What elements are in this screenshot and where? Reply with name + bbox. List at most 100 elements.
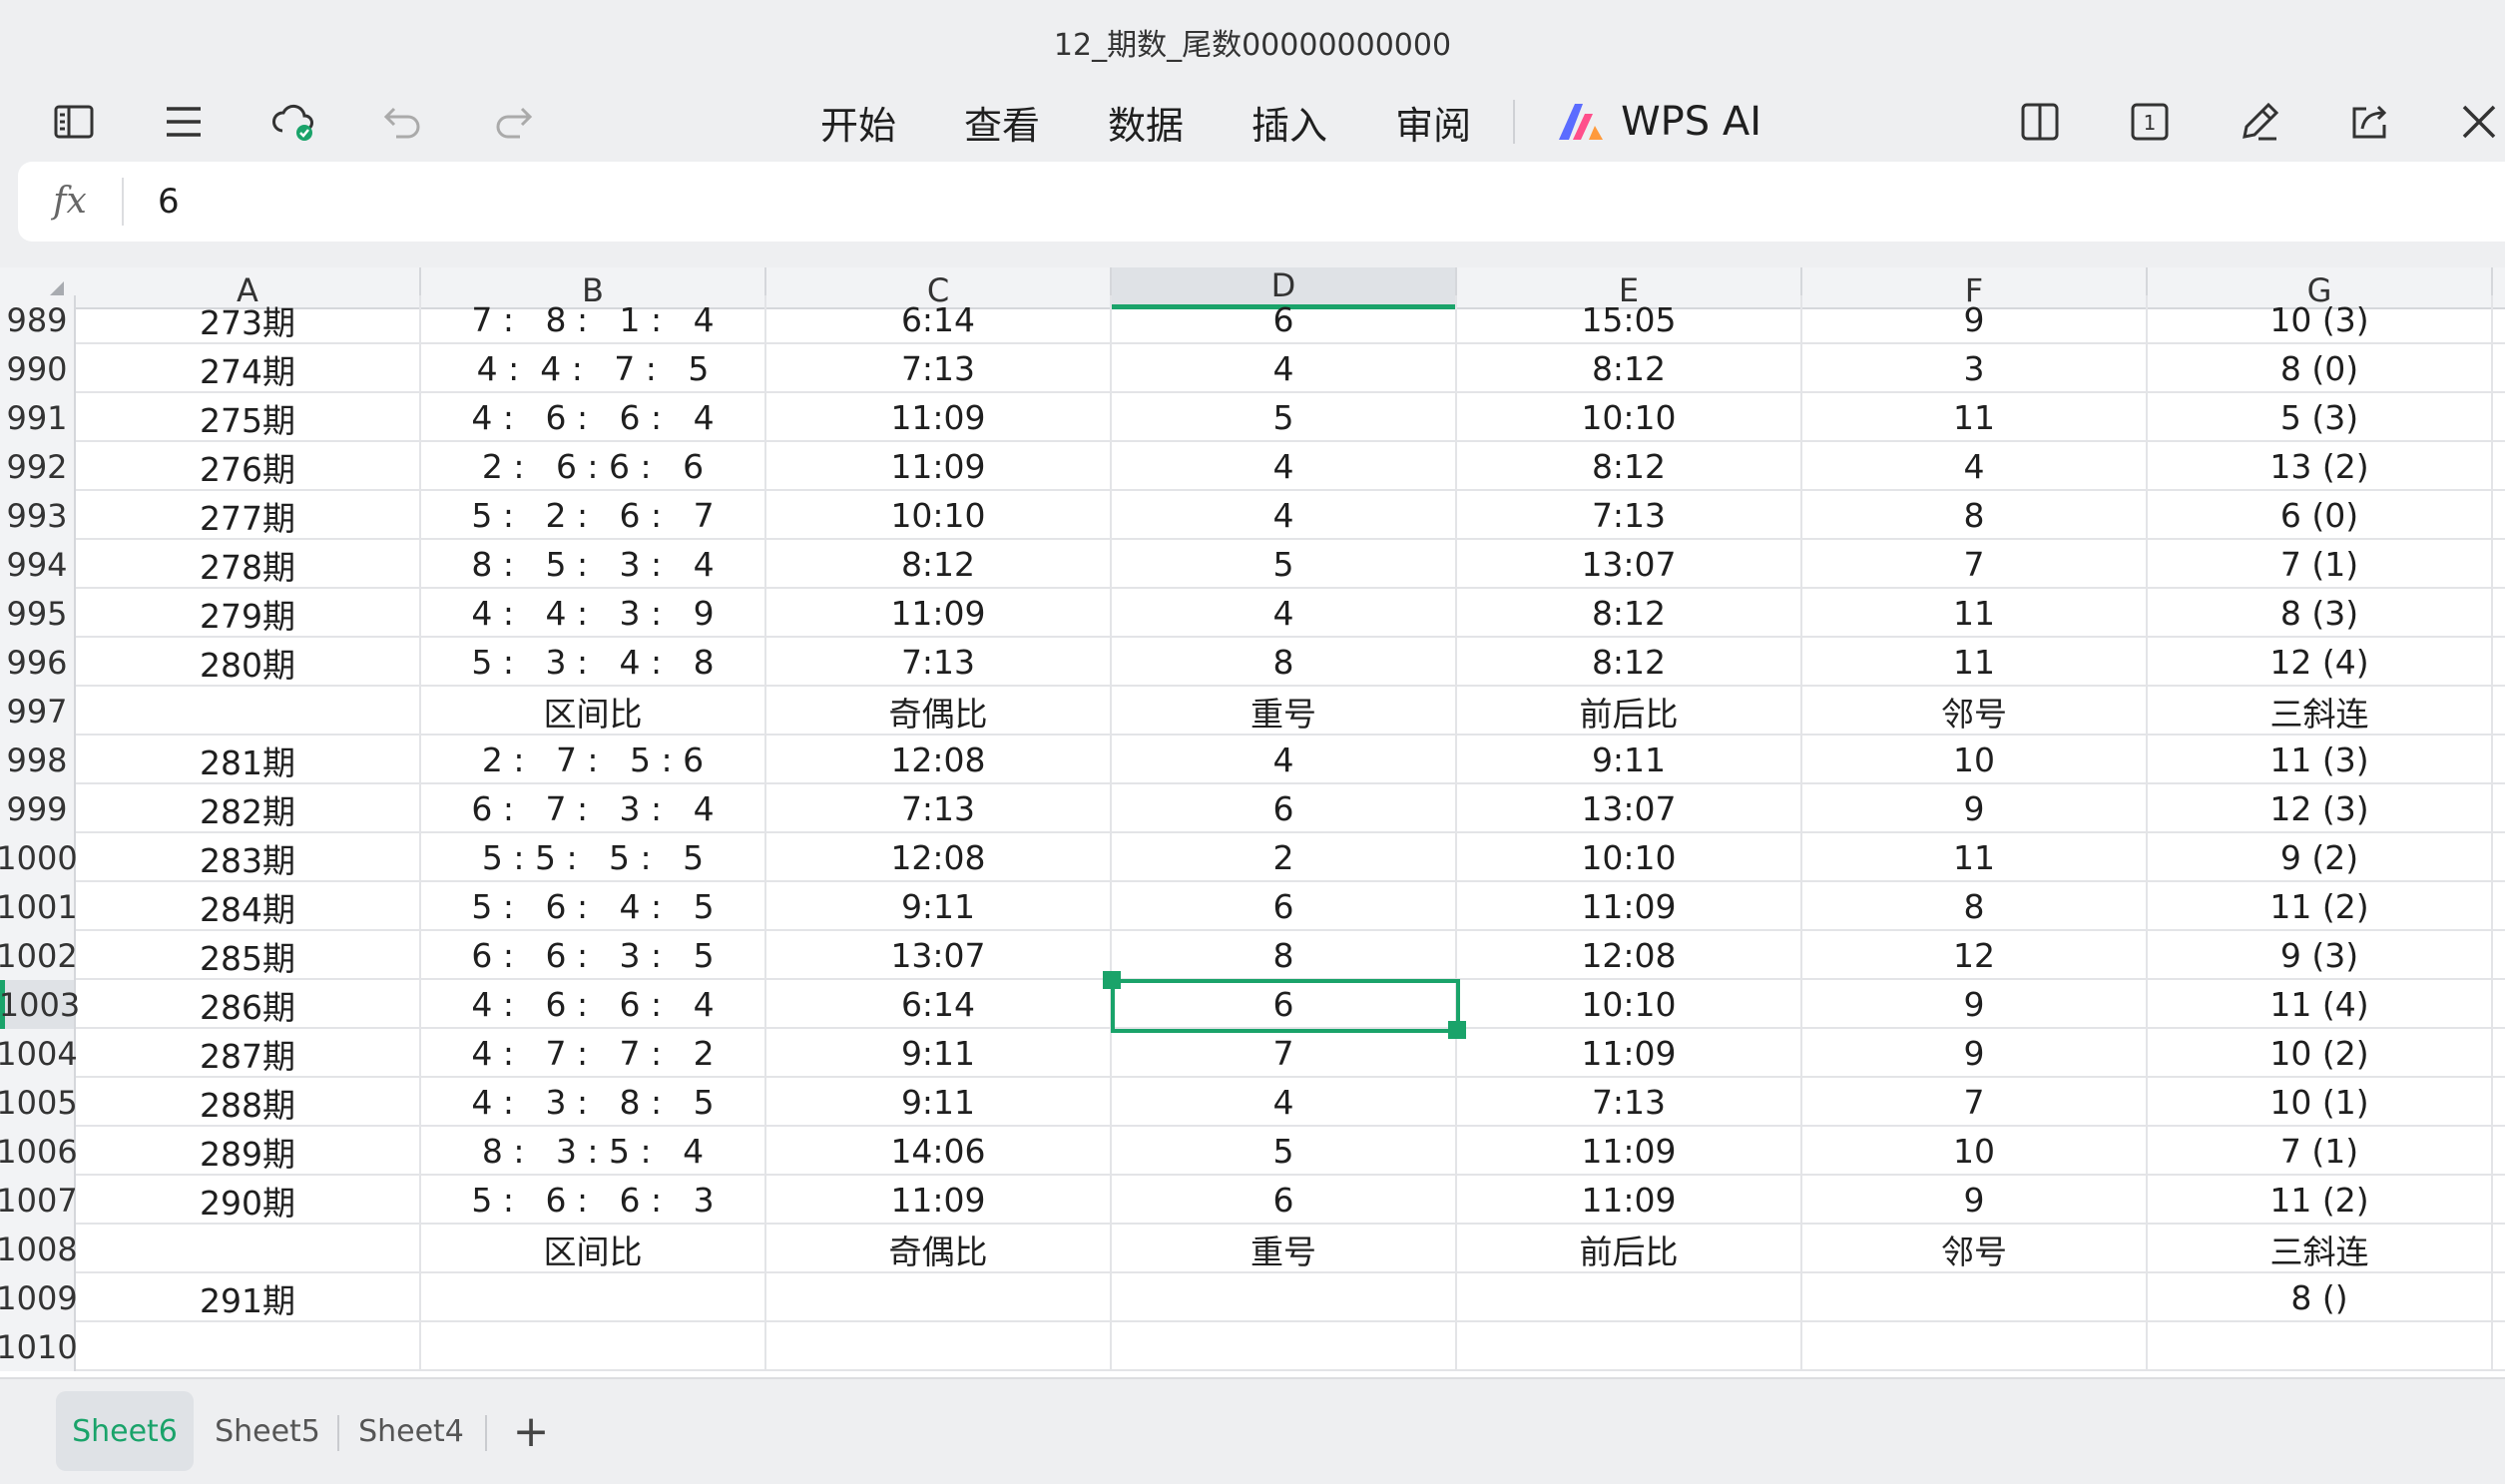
row-header[interactable]: 1001 [0,882,78,931]
fx-icon[interactable]: fx [18,178,124,226]
cell-d[interactable]: 6 [1112,882,1457,931]
cell-c[interactable]: 7:13 [766,638,1112,687]
cell-a[interactable] [76,687,421,736]
cell-g[interactable]: 7 (1) [2148,1127,2493,1176]
cell-f[interactable]: 4 [1802,442,2148,491]
cell-c[interactable]: 6:14 [766,295,1112,344]
cell-b[interactable]: 5 : 2 : 6 : 7 [421,491,766,540]
row-header[interactable]: 1010 [0,1322,78,1371]
cell-g[interactable]: 12 (4) [2148,638,2493,687]
spreadsheet-grid[interactable]: A B C D E F G 989 273期 7 : 8 : 1 : 4 6:14 6 1… [0,267,2505,1377]
cell-c[interactable]: 14:06 [766,1127,1112,1176]
cell-a[interactable]: 286期 [76,980,421,1029]
row-header[interactable]: 1006 [0,1127,78,1176]
menu-start[interactable]: 开始 [820,95,896,150]
cell-d[interactable] [1112,1322,1457,1371]
cell-g[interactable]: 10 (2) [2148,1029,2493,1078]
cell-f[interactable]: 11 [1802,833,2148,882]
cell-f[interactable]: 9 [1802,1029,2148,1078]
cell-b[interactable]: 6 : 6 : 3 : 5 [421,931,766,980]
cell-a[interactable]: 279期 [76,589,421,638]
cell-d[interactable]: 6 [1112,1176,1457,1225]
cell-f[interactable]: 7 [1802,1078,2148,1127]
cell-g[interactable]: 12 (3) [2148,784,2493,833]
cell-f[interactable]: 10 [1802,1127,2148,1176]
cell-a[interactable]: 284期 [76,882,421,931]
cell-a[interactable]: 288期 [76,1078,421,1127]
row-header[interactable]: 996 [0,638,76,687]
cell-b[interactable]: 区间比 [421,687,766,736]
cell-f[interactable]: 9 [1802,980,2148,1029]
row-header[interactable]: 1002 [0,931,78,980]
cell-b[interactable]: 4 : 3 : 8 : 5 [421,1078,766,1127]
cell-f[interactable]: 邻号 [1802,1225,2148,1273]
cell-f[interactable]: 8 [1802,491,2148,540]
cell-f[interactable] [1802,1273,2148,1322]
cell-d[interactable]: 重号 [1112,687,1457,736]
cell-c[interactable]: 7:13 [766,784,1112,833]
cell-g[interactable]: 11 (3) [2148,736,2493,784]
cell-a[interactable]: 283期 [76,833,421,882]
cell-d[interactable]: 6 [1112,980,1457,1029]
row-header[interactable]: 1000 [0,833,78,882]
cell-d[interactable]: 4 [1112,736,1457,784]
cell-d[interactable]: 5 [1112,540,1457,589]
cell-b[interactable] [421,1273,766,1322]
formula-input[interactable]: 6 [124,182,180,222]
cell-a[interactable]: 274期 [76,344,421,393]
cell-b[interactable]: 4 : 6 : 6 : 4 [421,393,766,442]
cell-a[interactable]: 291期 [76,1273,421,1322]
cell-d[interactable] [1112,1273,1457,1322]
cell-g[interactable]: 11 (2) [2148,882,2493,931]
cell-d[interactable]: 8 [1112,638,1457,687]
cell-c[interactable]: 12:08 [766,736,1112,784]
cell-b[interactable]: 5 : 5 : 5 : 5 [421,833,766,882]
cell-c[interactable] [766,1273,1112,1322]
row-header[interactable]: 997 [0,687,76,736]
row-header[interactable]: 999 [0,784,76,833]
cell-d[interactable]: 4 [1112,442,1457,491]
redo-icon[interactable] [483,92,543,152]
cell-c[interactable]: 7:13 [766,344,1112,393]
menu-view[interactable]: 查看 [964,95,1040,150]
cell-e[interactable]: 9:11 [1457,736,1802,784]
row-header[interactable]: 998 [0,736,76,784]
cloud-sync-icon[interactable] [263,92,323,152]
cell-e[interactable]: 11:09 [1457,1127,1802,1176]
cell-c[interactable]: 奇偶比 [766,1225,1112,1273]
cell-f[interactable]: 10 [1802,736,2148,784]
cell-d[interactable]: 6 [1112,295,1457,344]
cell-c[interactable]: 8:12 [766,540,1112,589]
cell-a[interactable]: 273期 [76,295,421,344]
cell-a[interactable]: 276期 [76,442,421,491]
cell-b[interactable]: 8 : 3 : 5 : 4 [421,1127,766,1176]
cell-f[interactable]: 3 [1802,344,2148,393]
cell-g[interactable]: 7 (1) [2148,540,2493,589]
sheet-tab-sheet6[interactable]: Sheet6 [56,1391,194,1471]
cell-b[interactable]: 4 : 4 : 3 : 9 [421,589,766,638]
add-sheet-button[interactable]: + [505,1391,557,1471]
cell-b[interactable]: 6 : 7 : 3 : 4 [421,784,766,833]
selection-handle-bottom-right[interactable] [1448,1021,1466,1039]
selection-handle-top-left[interactable] [1103,971,1121,989]
cell-b[interactable]: 2 : 7 : 5 : 6 [421,736,766,784]
cell-e[interactable]: 8:12 [1457,344,1802,393]
cell-e[interactable]: 13:07 [1457,540,1802,589]
cell-f[interactable]: 12 [1802,931,2148,980]
cell-b[interactable]: 8 : 5 : 3 : 4 [421,540,766,589]
row-header[interactable]: 1004 [0,1029,78,1078]
cell-f[interactable]: 7 [1802,540,2148,589]
row-header[interactable]: 992 [0,442,76,491]
cell-a[interactable]: 289期 [76,1127,421,1176]
wps-ai-button[interactable]: WPS AI [1555,99,1761,145]
cell-g[interactable]: 11 (4) [2148,980,2493,1029]
cell-e[interactable]: 前后比 [1457,687,1802,736]
cell-c[interactable]: 9:11 [766,1078,1112,1127]
cell-e[interactable]: 8:12 [1457,638,1802,687]
row-header[interactable]: 989 [0,295,76,344]
cell-g[interactable] [2148,1322,2493,1371]
cell-g[interactable]: 8 () [2148,1273,2493,1322]
cell-d[interactable]: 4 [1112,344,1457,393]
cell-a[interactable]: 285期 [76,931,421,980]
cell-g[interactable]: 8 (3) [2148,589,2493,638]
